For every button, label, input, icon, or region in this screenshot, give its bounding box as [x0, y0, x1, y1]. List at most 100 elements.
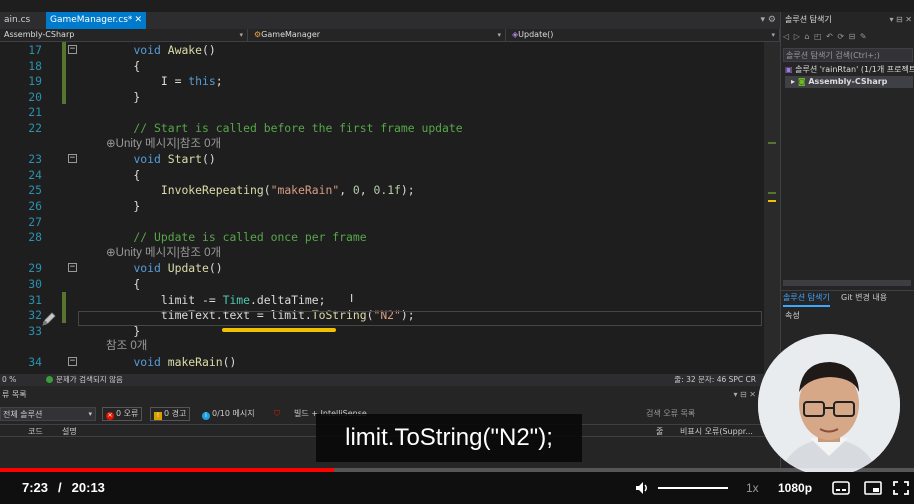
- column-description[interactable]: 설명: [62, 425, 77, 438]
- codelens-label[interactable]: ⊕Unity 메시지|참조 0개: [106, 245, 221, 261]
- codelens-row[interactable]: 참조 0개: [0, 338, 780, 354]
- zoom-level[interactable]: 0 %: [2, 374, 16, 386]
- chevron-down-icon: ▾: [771, 31, 775, 39]
- current-time: 7:23: [22, 480, 49, 495]
- code-text: limit -= Time.deltaTime;: [106, 292, 326, 307]
- collapse-icon[interactable]: −: [68, 45, 77, 54]
- quick-actions-pen-icon[interactable]: [40, 310, 58, 328]
- presenter-webcam: [758, 334, 900, 476]
- volume-icon[interactable]: [634, 480, 650, 496]
- errors-filter-button[interactable]: ✕ 0 오류: [102, 407, 143, 421]
- tab-overflow-icon[interactable]: ▾ ⚙: [761, 12, 776, 29]
- collapse-icon[interactable]: −: [68, 357, 77, 366]
- project-node[interactable]: ▸ ◙ Assembly-CSharp: [785, 76, 913, 88]
- solution-explorer-toolbar-icons[interactable]: ◁ ▷ ⌂ ◰ ↶ ⟳ ⊟ ✎: [783, 30, 913, 44]
- editor-tab-bar: ain.cs GameManager.cs* ✕ ▾ ⚙: [0, 12, 780, 29]
- line-number: 34: [28, 355, 42, 369]
- code-line[interactable]: 27: [0, 214, 780, 230]
- code-text: // Start is called before the first fram…: [106, 121, 463, 135]
- method-dropdown[interactable]: ◈Update() ▾: [508, 29, 780, 41]
- cursor-position: 줄: 32 문자: 46 SPC CR: [674, 375, 756, 384]
- playback-speed[interactable]: 1x: [746, 481, 759, 495]
- error-search-input[interactable]: 검색 오류 목록: [644, 407, 774, 421]
- codelens-row[interactable]: ⊕Unity 메시지|참조 0개: [0, 136, 780, 152]
- column-line[interactable]: 줄: [656, 425, 663, 438]
- codelens-label[interactable]: ⊕Unity 메시지|참조 0개: [106, 136, 221, 152]
- line-number: 25: [28, 183, 42, 198]
- close-icon[interactable]: ✕: [134, 12, 142, 29]
- line-number: 33: [28, 323, 42, 338]
- player-controls: 7:23/20:13 1x 1080p: [0, 472, 914, 504]
- change-marker: [62, 291, 66, 308]
- codelens-row[interactable]: ⊕Unity 메시지|참조 0개: [0, 245, 780, 261]
- code-editor[interactable]: 17− void Awake() 18 {19 I = this; 20 } 21 22…: [0, 42, 780, 374]
- highlight-underline: [222, 328, 336, 332]
- tab-solution-explorer[interactable]: 솔루션 탐색기: [783, 291, 830, 307]
- navigation-bar: Assembly-CSharp ▾ ⚙GameManager ▾ ◈Update()…: [0, 29, 780, 42]
- properties-title: 속성: [785, 311, 800, 320]
- info-icon: i: [202, 412, 210, 420]
- error-list-title-label: 류 목록: [2, 390, 27, 399]
- vertical-scrollbar[interactable]: [764, 42, 780, 374]
- code-text: {: [106, 167, 141, 182]
- subtitles-icon[interactable]: [832, 480, 850, 496]
- line-number: 18: [28, 58, 42, 73]
- warnings-count: 0 경고: [164, 409, 187, 418]
- code-line[interactable]: 20 }: [0, 88, 780, 105]
- chevron-down-icon: ▾: [88, 410, 92, 418]
- code-line[interactable]: 24 {: [0, 167, 780, 183]
- miniplayer-icon[interactable]: [864, 480, 882, 496]
- solution-node[interactable]: ▣ 솔루션 'rainRtan' (1/1개 프로젝트): [785, 64, 914, 76]
- tab-rain-cs[interactable]: ain.cs: [0, 12, 40, 29]
- code-line[interactable]: 25 InvokeRepeating("makeRain", 0, 0.1f);: [0, 182, 780, 198]
- horizontal-scrollbar[interactable]: [783, 280, 911, 286]
- column-code[interactable]: 코드: [28, 425, 43, 438]
- code-text: }: [106, 199, 141, 213]
- panel-controls-icon[interactable]: ▾ ⊟ ✕: [889, 14, 912, 26]
- quality-setting[interactable]: 1080p: [778, 481, 812, 495]
- codelens-label[interactable]: 참조 0개: [106, 338, 147, 354]
- issues-status[interactable]: 문제가 검색되지 않음: [46, 374, 123, 386]
- error-list-title: 류 목록 ▾ ⊟ ✕: [0, 388, 780, 402]
- line-number: 21: [28, 105, 42, 120]
- fullscreen-icon[interactable]: [892, 480, 910, 496]
- code-line[interactable]: 34 − void makeRain(): [0, 354, 780, 370]
- code-text: {: [106, 58, 141, 73]
- solution-search-input[interactable]: 솔루션 탐색기 검색(Ctrl+;): [783, 48, 913, 62]
- volume-slider[interactable]: [658, 487, 728, 489]
- error-icon: ✕: [106, 412, 114, 420]
- column-suppression[interactable]: 비표시 오류(Suppr...: [680, 425, 753, 438]
- tab-git-changes[interactable]: Git 변경 내용: [841, 291, 887, 305]
- code-line[interactable]: 18 {: [0, 57, 780, 74]
- collapse-icon[interactable]: −: [68, 154, 77, 164]
- code-line[interactable]: 26 }: [0, 198, 780, 214]
- project-label: Assembly-CSharp: [4, 30, 75, 39]
- messages-filter-button[interactable]: i 0/10 메시지: [198, 407, 259, 421]
- messages-count: 0/10 메시지: [212, 409, 255, 418]
- line-number: 29: [28, 261, 42, 276]
- change-marker: [62, 73, 66, 89]
- code-line[interactable]: 22 // Start is called before the first f…: [0, 120, 780, 136]
- code-line[interactable]: 19 I = this;: [0, 73, 780, 89]
- code-line[interactable]: 28 // Update is called once per frame: [0, 229, 780, 245]
- project-dropdown[interactable]: Assembly-CSharp ▾: [0, 29, 248, 41]
- code-line[interactable]: 30 {: [0, 276, 780, 292]
- class-label: GameManager: [261, 30, 321, 39]
- code-line[interactable]: 31 limit -= Time.deltaTime;: [0, 291, 780, 308]
- scope-select[interactable]: 전체 솔루션 ▾: [0, 407, 96, 421]
- code-line[interactable]: 21: [0, 104, 780, 120]
- filter-button[interactable]: ⛉: [270, 407, 284, 421]
- tab-label: GameManager.cs*: [50, 15, 133, 25]
- code-line[interactable]: 29 − void Update(): [0, 260, 780, 276]
- text-cursor-icon: I: [350, 292, 354, 305]
- code-line[interactable]: 17 − void Awake(): [0, 42, 780, 58]
- line-number: 26: [28, 199, 42, 213]
- warnings-filter-button[interactable]: ! 0 경고: [150, 407, 191, 421]
- collapse-icon[interactable]: −: [68, 263, 77, 273]
- class-dropdown[interactable]: ⚙GameManager ▾: [250, 29, 506, 41]
- code-text: void Update(): [133, 261, 223, 276]
- errors-count: 0 오류: [116, 409, 139, 418]
- panel-controls-icon[interactable]: ▾ ⊟ ✕: [733, 388, 756, 402]
- code-line[interactable]: 23 − void Start(): [0, 151, 780, 167]
- tab-gamemanager-cs[interactable]: GameManager.cs* ✕: [46, 12, 146, 29]
